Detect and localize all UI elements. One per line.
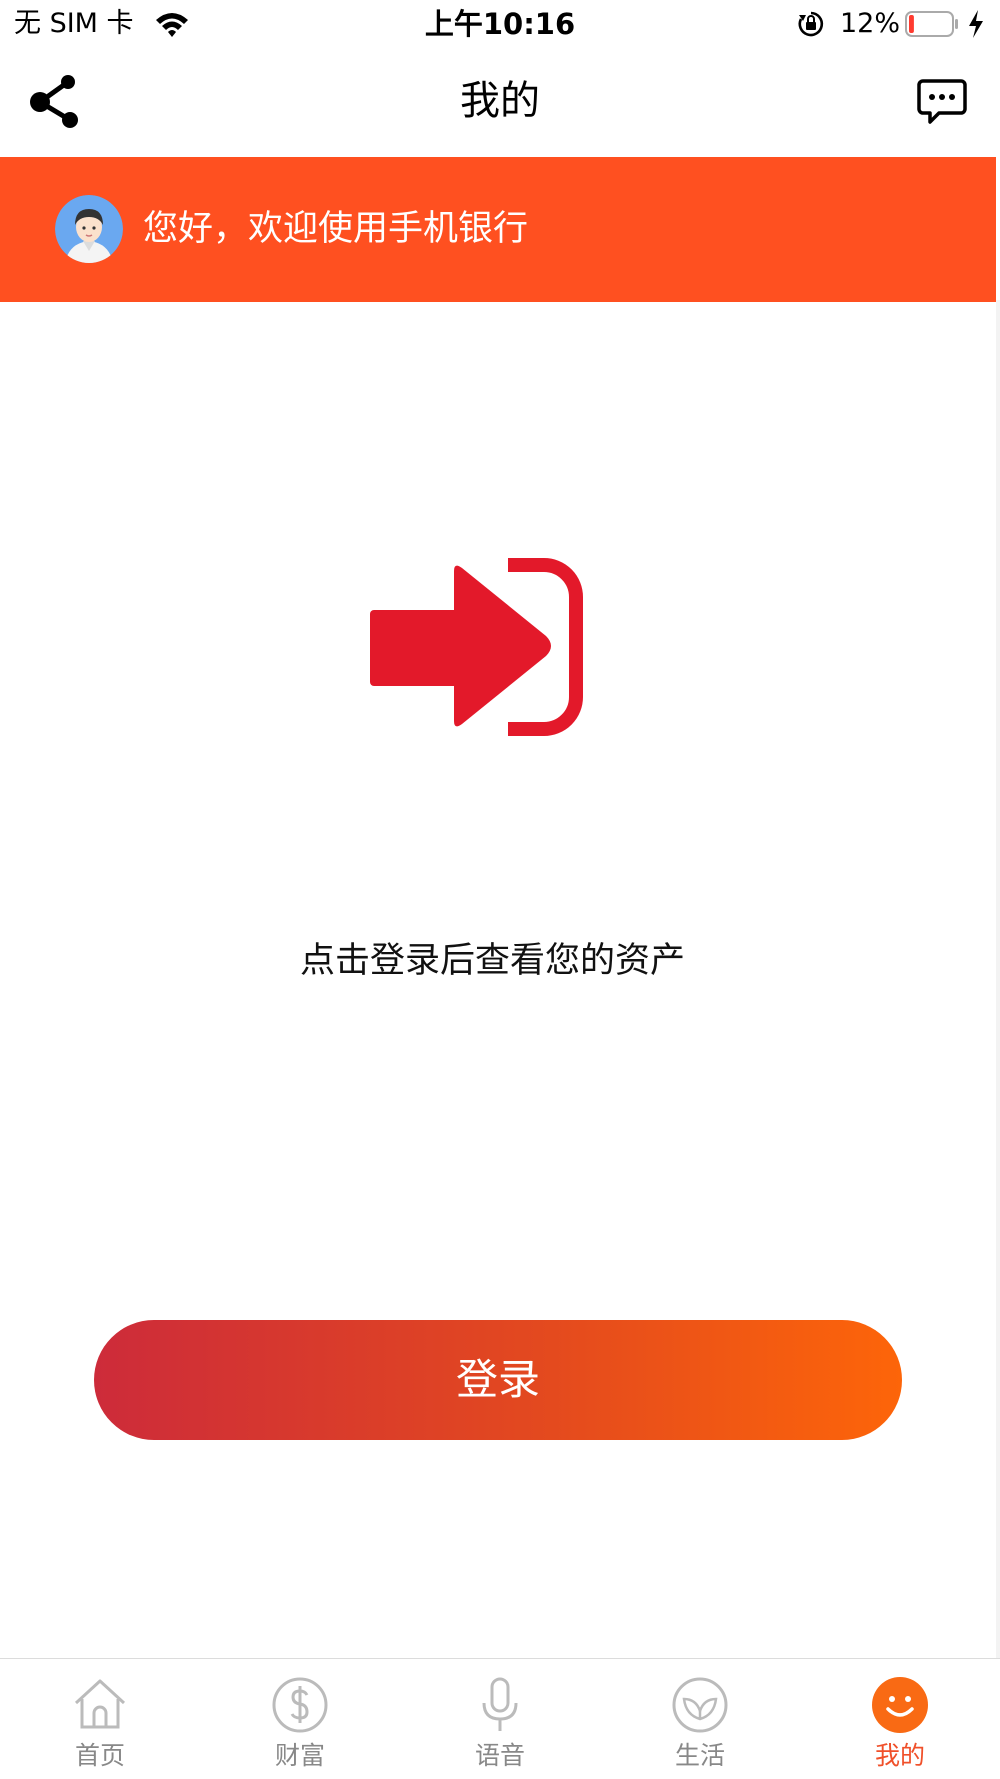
charging-icon [969, 10, 983, 38]
welcome-banner[interactable]: 您好，欢迎使用手机银行 [0, 157, 996, 302]
divider [996, 300, 1000, 1658]
tab-mine[interactable]: 我的 [800, 1659, 1000, 1779]
login-button[interactable]: 登录 [94, 1320, 902, 1440]
tab-life[interactable]: 生活 [600, 1659, 800, 1779]
nav-bar: 我的 [0, 50, 1000, 156]
home-icon [74, 1679, 126, 1729]
page-title: 我的 [460, 78, 540, 124]
status-bar: 无 SIM 卡 上午10:16 12% [0, 0, 1000, 50]
tab-bar: 首页 财富 语音 生活 我的 [0, 1658, 1000, 1779]
login-arrow-icon[interactable] [364, 558, 620, 736]
rotation-lock-icon [798, 11, 824, 37]
tab-label: 财富 [274, 1741, 325, 1770]
tab-voice[interactable]: 语音 [400, 1659, 600, 1779]
dollar-icon [272, 1677, 328, 1733]
tab-home[interactable]: 首页 [0, 1659, 200, 1779]
tab-label: 生活 [674, 1741, 725, 1770]
tab-label: 首页 [74, 1741, 125, 1770]
tab-wealth[interactable]: 财富 [200, 1659, 400, 1779]
microphone-icon [482, 1677, 518, 1731]
battery-icon [905, 11, 958, 37]
smiley-icon [872, 1677, 928, 1733]
login-prompt: 点击登录后查看您的资产 [299, 941, 685, 981]
avatar-icon [55, 195, 123, 263]
avatar[interactable] [55, 195, 123, 263]
welcome-text: 您好，欢迎使用手机银行 [143, 209, 529, 249]
battery-percent: 12% [840, 8, 901, 39]
tab-label: 语音 [474, 1741, 525, 1770]
leaf-icon [672, 1677, 728, 1733]
tab-label: 我的 [874, 1741, 925, 1770]
message-icon[interactable] [917, 78, 967, 126]
